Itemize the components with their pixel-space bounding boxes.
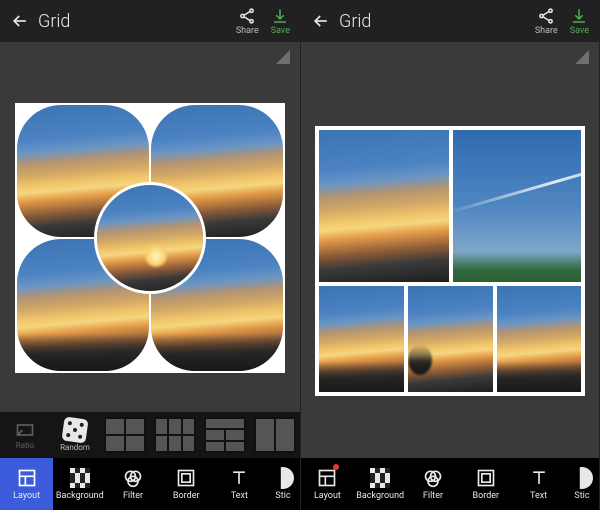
tool-tabs: Layout Background Filter Border Text Sti… — [0, 458, 300, 510]
collage-cell[interactable] — [453, 130, 581, 282]
random-button[interactable]: Random — [52, 414, 98, 456]
save-button[interactable]: Save — [570, 7, 589, 36]
collage-canvas[interactable] — [315, 126, 585, 396]
share-button[interactable]: Share — [535, 7, 558, 36]
tab-border[interactable]: Border — [160, 458, 213, 510]
header-actions: Share Save — [535, 7, 593, 36]
grid-preview-icon — [154, 417, 196, 453]
tab-label: Text — [231, 491, 248, 501]
tab-sticker[interactable]: Stic — [266, 458, 300, 510]
tab-label: Background — [356, 491, 404, 501]
ratio-button[interactable]: Ratio — [2, 414, 48, 456]
tab-text[interactable]: Text — [512, 458, 565, 510]
tab-filter[interactable]: Filter — [106, 458, 159, 510]
layout-option[interactable] — [252, 414, 298, 456]
tab-layout[interactable]: Layout — [0, 458, 53, 510]
canvas-area — [301, 64, 599, 458]
page-title: Grid — [335, 11, 535, 32]
collage-cell[interactable] — [497, 286, 581, 392]
tab-sticker[interactable]: Stic — [565, 458, 599, 510]
tab-layout[interactable]: Layout — [301, 458, 354, 510]
tab-label: Border — [173, 491, 200, 501]
text-icon — [529, 468, 549, 488]
back-button[interactable] — [307, 11, 335, 31]
collage-cell[interactable] — [319, 286, 404, 392]
tab-label: Background — [56, 491, 104, 501]
tab-background[interactable]: Background — [354, 458, 407, 510]
filter-icon — [423, 468, 443, 488]
notify-dot-icon — [333, 464, 339, 470]
signal-icon — [276, 50, 290, 64]
share-icon — [238, 7, 256, 25]
tab-label: Stic — [275, 491, 290, 501]
checker-icon — [370, 468, 390, 488]
dice-icon — [61, 416, 88, 443]
share-label: Share — [236, 26, 259, 36]
border-icon — [176, 468, 196, 488]
filter-icon — [123, 468, 143, 488]
tab-background[interactable]: Background — [53, 458, 106, 510]
tab-label: Filter — [423, 491, 443, 501]
sticker-icon — [571, 467, 593, 489]
tab-label: Border — [472, 491, 499, 501]
tool-tabs: Layout Background Filter Border Text Sti… — [301, 458, 599, 510]
collage-cell[interactable] — [319, 130, 449, 282]
back-button[interactable] — [6, 11, 34, 31]
tab-text[interactable]: Text — [213, 458, 266, 510]
canvas-area — [0, 64, 300, 412]
tab-label: Layout — [13, 491, 40, 501]
arrow-left-icon — [311, 11, 331, 31]
grid-preview-icon — [204, 417, 246, 453]
collage-cell-center[interactable] — [94, 182, 206, 294]
collage-canvas[interactable] — [15, 103, 285, 373]
checker-icon — [70, 468, 90, 488]
layout-picker: Ratio Random — [0, 412, 300, 458]
download-icon — [570, 7, 588, 25]
ratio-icon — [15, 420, 35, 440]
screen-right: Grid Share Save Layout — [301, 0, 600, 510]
layout-option[interactable] — [202, 414, 248, 456]
ratio-label: Ratio — [16, 441, 34, 450]
sub-bar — [301, 42, 599, 64]
page-title: Grid — [34, 11, 236, 32]
tab-label: Filter — [123, 491, 143, 501]
tab-filter[interactable]: Filter — [407, 458, 460, 510]
arrow-left-icon — [10, 11, 30, 31]
text-icon — [229, 468, 249, 488]
download-icon — [271, 7, 289, 25]
layout-icon — [17, 468, 37, 488]
save-button[interactable]: Save — [271, 7, 290, 36]
share-button[interactable]: Share — [236, 7, 259, 36]
tab-border[interactable]: Border — [459, 458, 512, 510]
header-actions: Share Save — [236, 7, 294, 36]
title-bar: Grid Share Save — [0, 0, 300, 42]
tab-label: Text — [530, 491, 547, 501]
tab-label: Stic — [574, 491, 589, 501]
sticker-icon — [272, 467, 294, 489]
grid-preview-icon — [254, 417, 296, 453]
signal-icon — [575, 50, 589, 64]
save-label: Save — [570, 26, 589, 36]
save-label: Save — [271, 26, 290, 36]
grid-preview-icon — [104, 417, 146, 453]
share-label: Share — [535, 26, 558, 36]
sub-bar — [0, 42, 300, 64]
layout-icon — [317, 468, 337, 488]
border-icon — [476, 468, 496, 488]
layout-option[interactable] — [152, 414, 198, 456]
title-bar: Grid Share Save — [301, 0, 599, 42]
share-icon — [537, 7, 555, 25]
screen-left: Grid Share Save Ratio — [0, 0, 301, 510]
collage-cell[interactable] — [408, 286, 493, 392]
layout-option[interactable] — [102, 414, 148, 456]
tab-label: Layout — [314, 491, 341, 501]
random-label: Random — [60, 443, 90, 452]
